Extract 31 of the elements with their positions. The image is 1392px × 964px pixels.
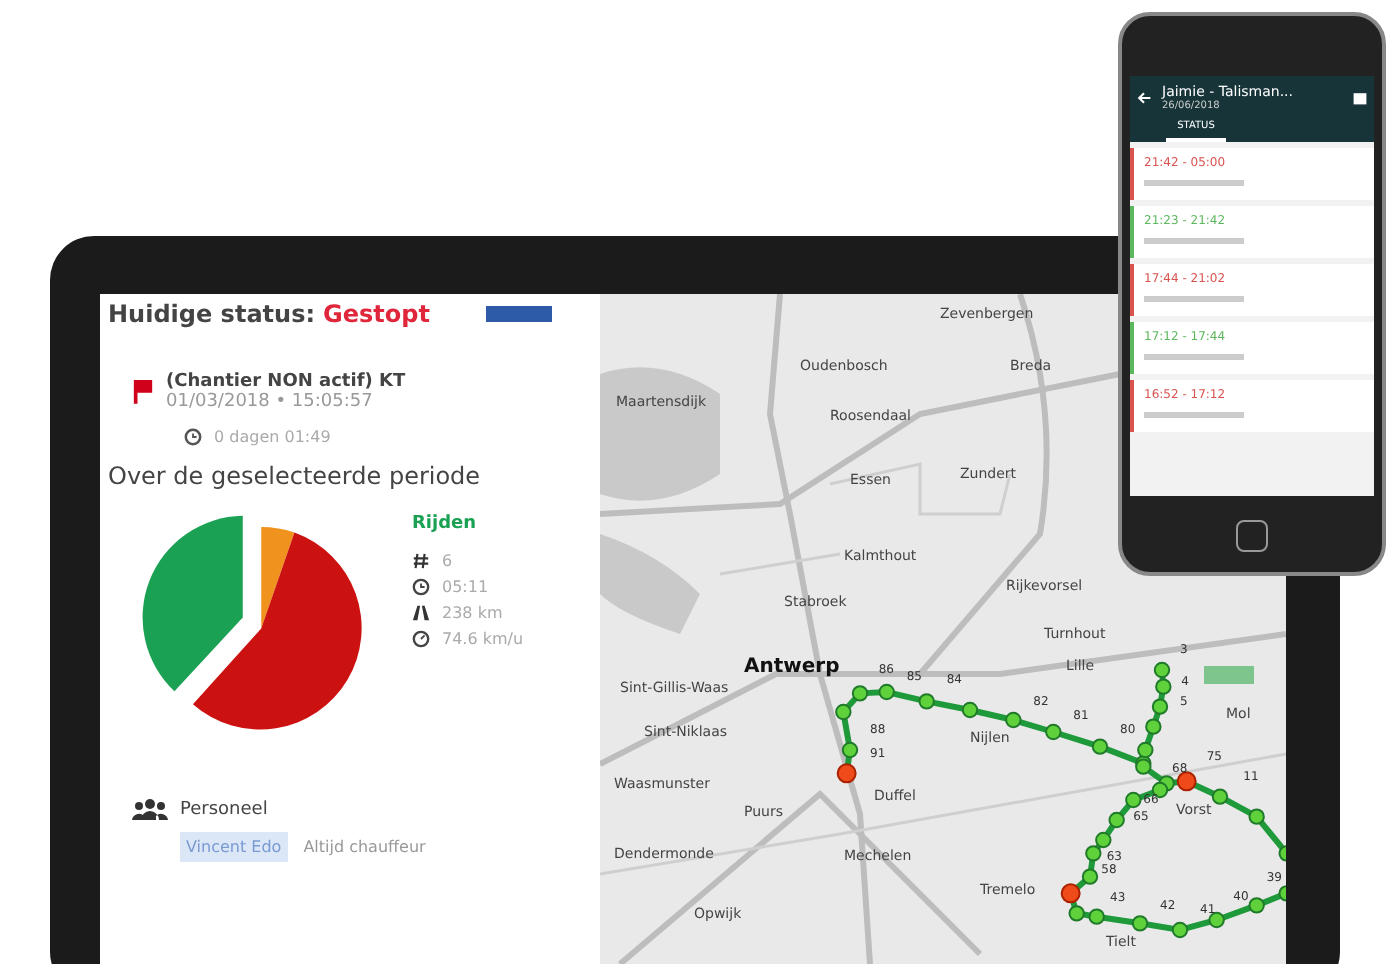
staff-heading: Personeel xyxy=(180,799,268,819)
place-label: Antwerp xyxy=(744,656,840,678)
detail-line xyxy=(1144,354,1244,360)
clock-icon xyxy=(412,578,430,596)
road-icon xyxy=(412,604,430,622)
clock-icon xyxy=(184,428,202,446)
status-value: Gestopt xyxy=(323,300,430,328)
status-label: Huidige status: xyxy=(108,300,316,328)
people-icon xyxy=(132,798,168,820)
detail-line xyxy=(1144,412,1244,418)
stat-value: 74.6 km/u xyxy=(442,630,524,648)
detail-line xyxy=(1144,296,1244,302)
period-heading: Over de geselecteerde periode xyxy=(108,462,483,490)
status-bar-indicator xyxy=(485,306,552,322)
detail-line xyxy=(1144,180,1244,186)
home-button[interactable] xyxy=(1236,520,1268,552)
gauge-icon xyxy=(412,630,430,648)
role-text: Altijd chauffeur xyxy=(303,838,426,856)
driver-tag[interactable]: Vincent Edo xyxy=(180,832,288,862)
back-arrow-icon[interactable] xyxy=(1136,90,1152,106)
stat-value: 238 km xyxy=(442,604,503,622)
event-duration: 0 dagen 01:49 xyxy=(214,428,331,446)
event-datetime: 01/03/2018 • 15:05:57 xyxy=(166,392,375,412)
detail-line xyxy=(1144,238,1244,244)
flag-icon xyxy=(132,378,154,404)
event-title: (Chantier NON actif) KT xyxy=(166,372,406,392)
legend-title: Rijden xyxy=(412,514,479,534)
map-marker xyxy=(1204,666,1254,684)
hash-icon xyxy=(412,552,430,570)
stat-value: 6 xyxy=(442,552,453,570)
stat-value: 05:11 xyxy=(442,578,489,596)
